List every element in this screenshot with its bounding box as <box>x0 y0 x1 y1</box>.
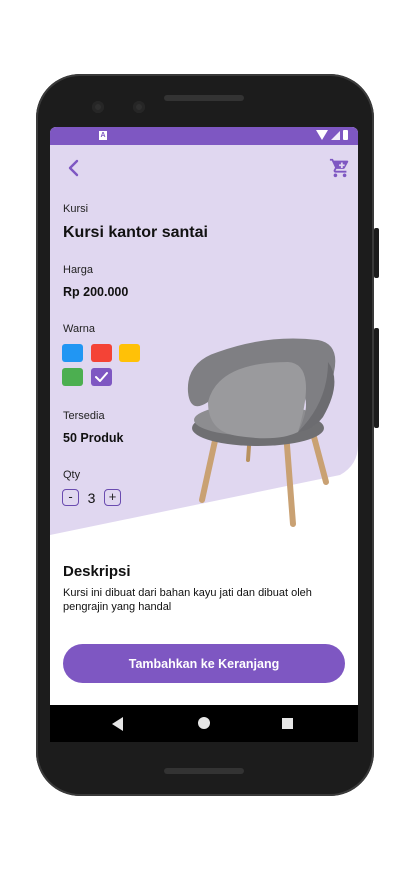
price-value: Rp 200.000 <box>63 285 129 299</box>
notification-icon: A <box>99 131 107 140</box>
earpiece-speaker <box>164 95 244 101</box>
wifi-icon <box>316 130 328 140</box>
front-camera <box>92 101 104 113</box>
nav-recents-icon[interactable] <box>282 718 293 729</box>
qty-value: 3 <box>87 489 96 506</box>
status-bar: A <box>50 127 358 145</box>
color-swatch-yellow[interactable] <box>119 344 140 362</box>
nav-back-icon[interactable] <box>112 717 123 731</box>
power-button <box>374 328 379 428</box>
stock-value: 50 Produk <box>63 431 124 445</box>
product-image <box>178 332 348 532</box>
color-swatch-red[interactable] <box>91 344 112 362</box>
qty-plus-button[interactable]: + <box>104 489 121 506</box>
bottom-speaker <box>164 768 244 774</box>
volume-button <box>374 228 379 278</box>
qty-minus-button[interactable]: - <box>62 489 79 506</box>
color-swatch-blue[interactable] <box>62 344 83 362</box>
price-label: Harga <box>63 264 93 276</box>
navigation-bar <box>50 705 358 742</box>
signal-icon <box>331 130 340 140</box>
nav-home-icon[interactable] <box>198 717 210 729</box>
chevron-left-icon[interactable] <box>64 158 84 178</box>
cart-icon[interactable] <box>329 157 351 179</box>
category-label: Kursi <box>63 203 89 215</box>
qty-label: Qty <box>63 469 81 481</box>
color-swatch-purple[interactable] <box>91 368 112 386</box>
product-name: Kursi kantor santai <box>63 224 208 241</box>
add-to-cart-button[interactable]: Tambahkan ke Keranjang <box>63 644 345 683</box>
check-icon <box>95 372 108 382</box>
screen: A Kursi Kursi kantor santai Harga Rp 200… <box>50 127 358 742</box>
stock-label: Tersedia <box>63 410 105 422</box>
battery-icon <box>343 130 348 140</box>
color-label: Warna <box>63 323 95 335</box>
description-text: Kursi ini dibuat dari bahan kayu jati da… <box>63 587 312 613</box>
description-title: Deskripsi <box>63 563 131 580</box>
front-sensor <box>133 101 145 113</box>
color-swatch-green[interactable] <box>62 368 83 386</box>
quantity-stepper: - 3 + <box>62 489 121 506</box>
